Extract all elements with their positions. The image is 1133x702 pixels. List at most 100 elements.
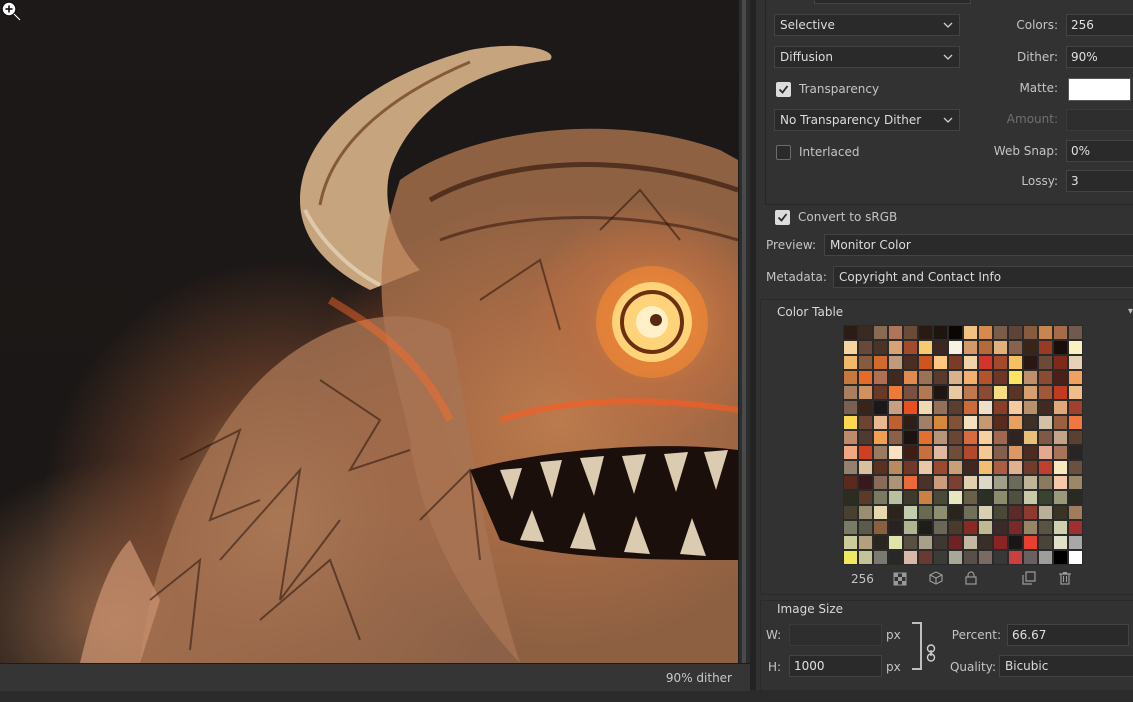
- color-swatch[interactable]: [1068, 340, 1083, 355]
- color-swatch[interactable]: [1008, 460, 1023, 475]
- color-swatch[interactable]: [993, 400, 1008, 415]
- color-swatch[interactable]: [1038, 490, 1053, 505]
- color-swatch[interactable]: [843, 445, 858, 460]
- color-swatch[interactable]: [993, 370, 1008, 385]
- color-swatch[interactable]: [993, 460, 1008, 475]
- color-swatch[interactable]: [1068, 430, 1083, 445]
- color-swatch[interactable]: [888, 355, 903, 370]
- color-swatch[interactable]: [1038, 445, 1053, 460]
- color-swatch[interactable]: [1053, 505, 1068, 520]
- color-swatch[interactable]: [933, 490, 948, 505]
- color-swatch[interactable]: [978, 430, 993, 445]
- color-swatch[interactable]: [903, 340, 918, 355]
- color-swatch[interactable]: [948, 520, 963, 535]
- color-swatch[interactable]: [978, 520, 993, 535]
- color-swatch[interactable]: [1023, 340, 1038, 355]
- color-swatch[interactable]: [903, 355, 918, 370]
- trash-icon[interactable]: [1058, 571, 1072, 585]
- color-swatch[interactable]: [933, 550, 948, 565]
- color-swatch[interactable]: [933, 400, 948, 415]
- interlaced-checkbox[interactable]: [776, 145, 791, 160]
- color-swatch[interactable]: [1053, 415, 1068, 430]
- color-swatch[interactable]: [963, 535, 978, 550]
- color-swatch[interactable]: [1023, 385, 1038, 400]
- color-swatch[interactable]: [873, 490, 888, 505]
- color-swatch[interactable]: [903, 535, 918, 550]
- color-swatch[interactable]: [978, 355, 993, 370]
- color-swatch[interactable]: [1023, 325, 1038, 340]
- width-field[interactable]: [789, 624, 882, 646]
- color-swatch[interactable]: [843, 370, 858, 385]
- color-swatch[interactable]: [948, 445, 963, 460]
- color-swatch[interactable]: [1053, 370, 1068, 385]
- color-swatch[interactable]: [1008, 475, 1023, 490]
- color-swatch[interactable]: [858, 460, 873, 475]
- web-safe-icon[interactable]: [893, 572, 907, 586]
- color-swatch[interactable]: [1023, 550, 1038, 565]
- color-swatch[interactable]: [993, 550, 1008, 565]
- color-swatch[interactable]: [963, 415, 978, 430]
- color-swatch[interactable]: [948, 505, 963, 520]
- color-swatch[interactable]: [843, 505, 858, 520]
- color-swatch[interactable]: [873, 550, 888, 565]
- color-swatch[interactable]: [858, 415, 873, 430]
- color-swatch[interactable]: [843, 535, 858, 550]
- color-swatch[interactable]: [1023, 445, 1038, 460]
- color-swatch[interactable]: [873, 475, 888, 490]
- preset-select[interactable]: [814, 0, 971, 4]
- color-swatch[interactable]: [933, 325, 948, 340]
- color-swatch[interactable]: [873, 520, 888, 535]
- color-swatch[interactable]: [888, 445, 903, 460]
- color-swatch[interactable]: [843, 475, 858, 490]
- color-swatch[interactable]: [858, 535, 873, 550]
- color-swatch[interactable]: [1008, 430, 1023, 445]
- color-swatch[interactable]: [933, 475, 948, 490]
- color-swatch[interactable]: [858, 340, 873, 355]
- color-swatch[interactable]: [873, 535, 888, 550]
- color-swatch[interactable]: [1053, 325, 1068, 340]
- color-swatch[interactable]: [918, 325, 933, 340]
- color-swatch[interactable]: [948, 325, 963, 340]
- color-swatch[interactable]: [858, 370, 873, 385]
- color-swatch[interactable]: [873, 370, 888, 385]
- color-swatch[interactable]: [1068, 355, 1083, 370]
- color-swatch[interactable]: [993, 445, 1008, 460]
- color-swatch[interactable]: [918, 505, 933, 520]
- color-swatch[interactable]: [903, 550, 918, 565]
- color-swatch[interactable]: [1038, 475, 1053, 490]
- color-swatch[interactable]: [918, 400, 933, 415]
- color-swatch[interactable]: [1068, 325, 1083, 340]
- colors-field[interactable]: 256: [1066, 14, 1133, 36]
- color-swatch[interactable]: [1008, 370, 1023, 385]
- color-swatch[interactable]: [1038, 505, 1053, 520]
- color-swatch[interactable]: [888, 460, 903, 475]
- color-swatch[interactable]: [858, 475, 873, 490]
- color-swatch[interactable]: [993, 355, 1008, 370]
- color-swatch[interactable]: [1023, 460, 1038, 475]
- color-swatch[interactable]: [1053, 385, 1068, 400]
- color-swatch[interactable]: [948, 355, 963, 370]
- color-swatch[interactable]: [978, 490, 993, 505]
- color-swatch[interactable]: [1068, 400, 1083, 415]
- color-swatch[interactable]: [858, 445, 873, 460]
- color-swatch[interactable]: [843, 550, 858, 565]
- color-swatch[interactable]: [1038, 430, 1053, 445]
- color-swatch[interactable]: [858, 430, 873, 445]
- color-swatch[interactable]: [948, 415, 963, 430]
- color-swatch[interactable]: [1038, 385, 1053, 400]
- color-swatch[interactable]: [1038, 415, 1053, 430]
- color-swatch[interactable]: [963, 355, 978, 370]
- color-swatch[interactable]: [993, 385, 1008, 400]
- color-swatch[interactable]: [1023, 430, 1038, 445]
- color-swatch[interactable]: [903, 460, 918, 475]
- color-swatch[interactable]: [1038, 400, 1053, 415]
- color-swatch[interactable]: [903, 505, 918, 520]
- color-swatch[interactable]: [843, 355, 858, 370]
- color-swatch[interactable]: [888, 430, 903, 445]
- color-swatch[interactable]: [1038, 460, 1053, 475]
- color-swatch[interactable]: [963, 325, 978, 340]
- color-swatch[interactable]: [933, 340, 948, 355]
- color-swatch[interactable]: [1068, 415, 1083, 430]
- color-swatch[interactable]: [918, 445, 933, 460]
- color-swatch[interactable]: [978, 325, 993, 340]
